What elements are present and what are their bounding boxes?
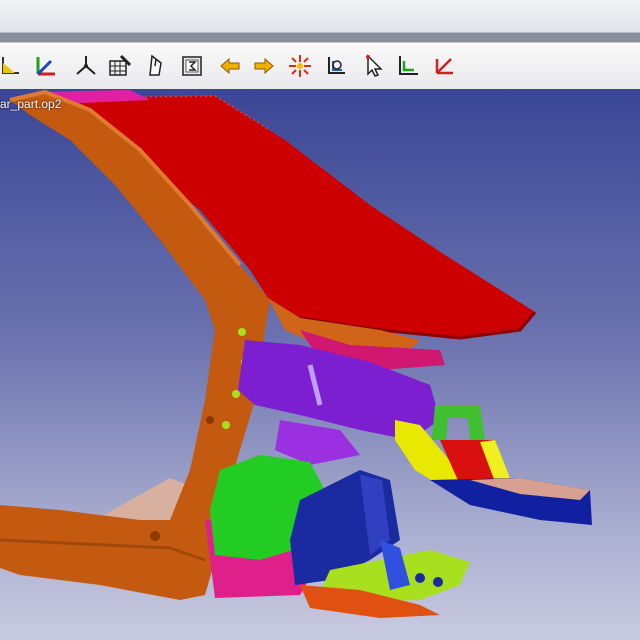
sum-icon[interactable] [178,52,206,80]
arrow-left-icon[interactable] [216,52,244,80]
starburst-icon[interactable] [286,52,314,80]
probe-icon[interactable] [322,52,350,80]
mouse-icon[interactable] [142,52,170,80]
3d-viewport[interactable]: ar_part.op2 [0,89,640,640]
axis-color-icon[interactable] [32,52,60,80]
file-name-label: ar_part.op2 [0,97,62,111]
arrow-right-icon[interactable] [250,52,278,80]
clip-green [432,405,485,440]
mesh-pencil-icon[interactable] [106,52,134,80]
axis-red-icon[interactable] [430,52,458,80]
axis-green-icon[interactable] [394,52,422,80]
triad-icon[interactable] [72,52,100,80]
axis-yellow-icon[interactable] [0,52,24,80]
toolbar [0,42,640,90]
car-body-model[interactable] [0,89,640,640]
window-title-bar [0,0,640,33]
pointer-icon[interactable] [360,52,388,80]
roof-panel [60,96,535,338]
